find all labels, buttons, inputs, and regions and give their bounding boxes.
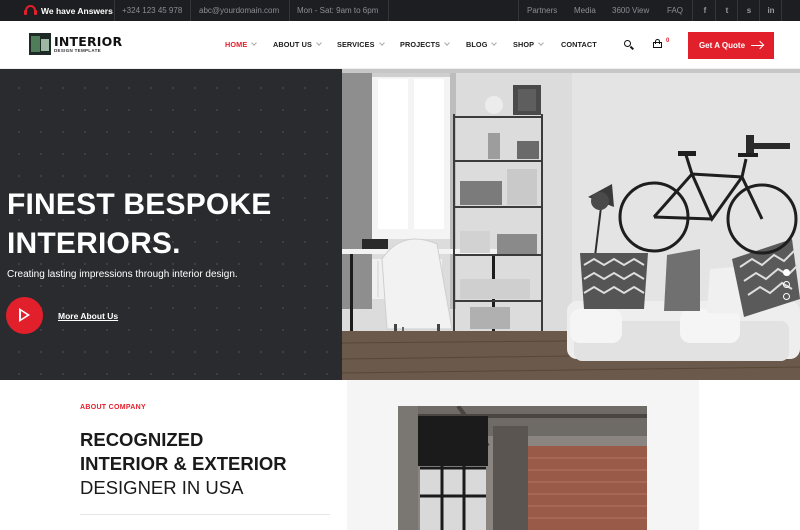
about-heading: RECOGNIZED INTERIOR & EXTERIOR DESIGNER …: [80, 428, 287, 500]
nav-label: BLOG: [466, 40, 488, 49]
chevron-down-icon: [251, 40, 258, 46]
about-loft-image: [398, 406, 647, 530]
slider-dot-3[interactable]: [783, 293, 790, 300]
nav-label: PROJECTS: [400, 40, 441, 49]
get-a-quote-label: Get A Quote: [698, 41, 746, 50]
skype-icon[interactable]: s: [738, 0, 760, 21]
twitter-icon[interactable]: t: [716, 0, 738, 21]
nav-label: SHOP: [513, 40, 535, 49]
nav-item-projects[interactable]: PROJECTS: [400, 21, 450, 69]
site-logo[interactable]: INTERIOR DESIGN TEMPLATE: [29, 33, 122, 55]
divider: [518, 0, 519, 21]
divider: [388, 0, 389, 21]
nav-item-about-us[interactable]: ABOUT US: [273, 21, 322, 69]
nav-item-shop[interactable]: SHOP: [513, 21, 544, 69]
hero-title: FINEST BESPOKE INTERIORS.: [7, 185, 272, 263]
answers-label: We have Answers: [41, 5, 113, 16]
about-heading-line-3: DESIGNER IN USA: [80, 477, 244, 498]
hero-title-line-1: FINEST BESPOKE: [7, 188, 272, 221]
chevron-down-icon: [491, 40, 498, 46]
divider: [190, 0, 191, 21]
nav-label: ABOUT US: [273, 40, 312, 49]
slider-dot-2[interactable]: [783, 281, 790, 288]
nav-label: CONTACT: [561, 40, 597, 49]
divider: [114, 0, 115, 21]
arrow-right-icon: [751, 44, 764, 47]
top-bar: We have Answers +324 123 45 978 abc@your…: [0, 0, 800, 21]
opening-hours: Mon - Sat: 9am to 6pm: [297, 6, 379, 15]
linkedin-icon[interactable]: in: [760, 0, 782, 21]
nav-item-blog[interactable]: BLOG: [466, 21, 498, 69]
nav-item-contact[interactable]: CONTACT: [561, 21, 597, 69]
logo-mark-icon: [29, 33, 51, 55]
chevron-down-icon: [378, 40, 385, 46]
about-heading-line-2: INTERIOR & EXTERIOR: [80, 453, 287, 474]
search-icon[interactable]: [624, 40, 634, 50]
nav-item-home[interactable]: HOME: [225, 21, 258, 69]
chevron-down-icon: [538, 40, 544, 46]
about-section-label: ABOUT COMPANY: [80, 404, 146, 411]
topbar-link-3600-view[interactable]: 3600 View: [612, 0, 649, 21]
divider: [781, 0, 782, 21]
facebook-icon[interactable]: f: [694, 0, 716, 21]
slider-dot-1[interactable]: [783, 269, 790, 276]
cart-icon[interactable]: [652, 39, 663, 50]
headphones-icon: [24, 5, 37, 16]
logo-name: INTERIOR: [54, 33, 123, 49]
slider-pagination: [783, 269, 790, 305]
hero-living-room-image: [342, 69, 800, 380]
play-icon: [19, 307, 31, 322]
phone-number[interactable]: +324 123 45 978: [122, 0, 182, 21]
hero-subtitle: Creating lasting impressions through int…: [7, 269, 238, 280]
nav-label: HOME: [225, 40, 248, 49]
nav-label: SERVICES: [337, 40, 375, 49]
chevron-down-icon: [316, 40, 322, 46]
get-a-quote-button[interactable]: Get A Quote: [688, 32, 774, 59]
about-heading-line-1: RECOGNIZED: [80, 429, 204, 450]
main-header: INTERIOR DESIGN TEMPLATE HOME ABOUT US S…: [0, 21, 800, 69]
hero-slider: FINEST BESPOKE INTERIORS. Creating lasti…: [0, 69, 800, 380]
cart-count-badge: 0: [666, 38, 670, 44]
logo-text: INTERIOR DESIGN TEMPLATE: [54, 35, 122, 54]
divider: [289, 0, 290, 21]
divider: [80, 514, 330, 515]
email-address[interactable]: abc@yourdomain.com: [199, 0, 279, 21]
nav-item-services[interactable]: SERVICES: [337, 21, 385, 69]
chevron-down-icon: [444, 40, 450, 46]
divider: [692, 0, 693, 21]
answers-link[interactable]: We have Answers: [24, 0, 113, 21]
play-video-button[interactable]: [6, 297, 43, 334]
hero-title-line-2: INTERIORS.: [7, 227, 181, 260]
topbar-link-partners[interactable]: Partners: [527, 0, 557, 21]
topbar-link-faq[interactable]: FAQ: [667, 0, 683, 21]
topbar-link-media[interactable]: Media: [574, 0, 596, 21]
more-about-us-link[interactable]: More About Us: [58, 311, 118, 321]
